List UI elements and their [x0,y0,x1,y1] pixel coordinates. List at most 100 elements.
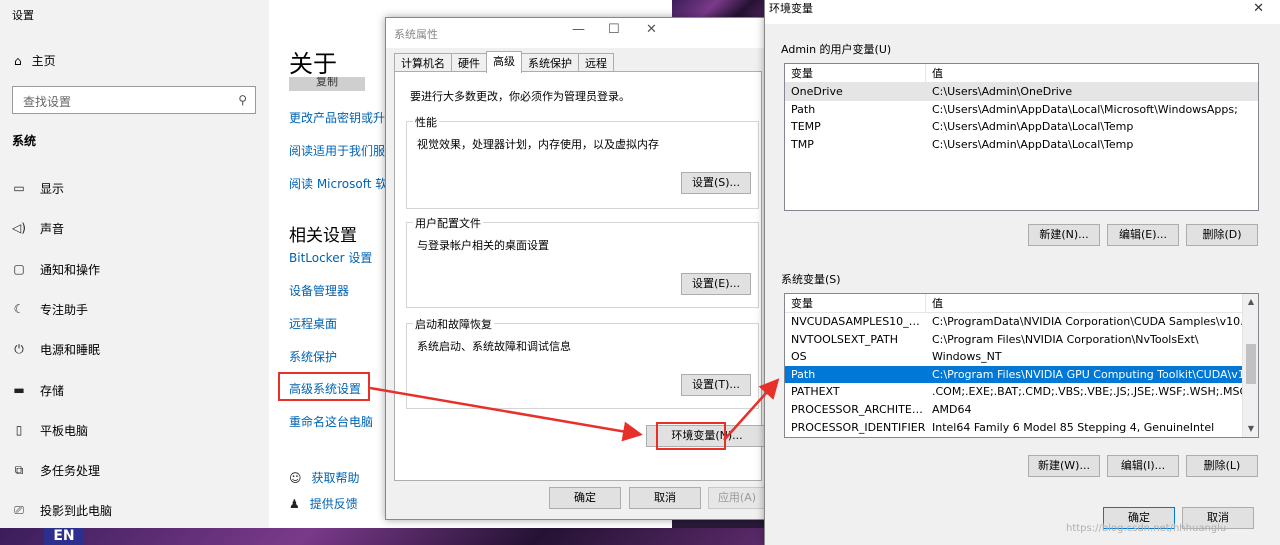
var-value: C:\Users\Admin\OneDrive [932,85,1073,98]
nav-label: 专注助手 [40,302,89,317]
col-header-value[interactable]: 值 [926,64,943,82]
col-header-value[interactable]: 值 [926,294,943,312]
table-row[interactable]: PATHEXT .COM;.EXE;.BAT;.CMD;.VBS;.VBE;.JS… [785,383,1258,401]
give-feedback[interactable]: ♟ 提供反馈 [289,495,358,512]
tab-computer-name[interactable]: 计算机名 [394,53,452,73]
table-row[interactable]: OneDrive C:\Users\Admin\OneDrive [785,83,1258,101]
tab-remote[interactable]: 远程 [578,53,614,73]
user-vars-label: Admin 的用户变量(U) [781,43,892,56]
nav-notifications[interactable]: ▢ 通知和操作 [12,259,100,279]
group-title: 用户配置文件 [413,215,483,231]
settings-sidebar: 设置 ⌂ 主页 查找设置 ⚲ 系统 ▭ 显示 ◁) 声音 ▢ 通知和操作 ☾ 专注助手 … [0,0,269,528]
highlight-advanced-settings [278,372,370,401]
tab-hardware[interactable]: 硬件 [451,53,487,73]
var-name: NVTOOLSEXT_PATH [791,332,899,346]
link-license[interactable]: 阅读 Microsoft 软件 [289,175,399,192]
group-title: 性能 [413,114,439,130]
group-startup-recovery: 启动和故障恢复 系统启动、系统故障和调试信息 设置(T)... [406,316,759,409]
search-placeholder: 查找设置 [23,95,72,109]
get-help[interactable]: ☺ 获取帮助 [289,469,360,486]
system-vars-scrollbar[interactable]: ▲ ▼ [1242,294,1258,437]
table-row[interactable]: OS Windows_NT [785,348,1258,366]
sysprop-cancel-button[interactable]: 取消 [629,487,701,509]
page-title: 关于 [289,50,337,78]
link-change-key[interactable]: 更改产品密钥或升 [289,109,385,126]
system-delete-button[interactable]: 删除(L) [1186,455,1258,477]
link-bitlocker[interactable]: BitLocker 设置 [289,249,372,266]
var-name: OneDrive [791,85,843,98]
link-system-protection[interactable]: 系统保护 [289,348,337,365]
var-name: PROCESSOR_ARCHITECT... [791,402,926,416]
minimize-icon[interactable]: — [572,22,585,37]
nav-label: 电源和睡眠 [40,342,101,357]
close-icon[interactable]: ✕ [646,22,657,37]
col-header-variable[interactable]: 变量 [785,64,926,82]
table-row[interactable]: PROCESSOR_ARCHITECT... AMD64 [785,401,1258,419]
link-remote-desktop[interactable]: 远程桌面 [289,315,337,332]
link-device-manager[interactable]: 设备管理器 [289,282,349,299]
system-vars-list[interactable]: 变量 值 NVCUDASAMPLES10_0_R... C:\ProgramDat… [784,293,1259,438]
get-help-label: 获取帮助 [311,471,360,485]
list-header: 变量 值 [785,64,1258,83]
project-icon: ⎚ [14,502,24,517]
system-edit-button[interactable]: 编辑(I)... [1107,455,1179,477]
user-vars-list[interactable]: 变量 值 OneDrive C:\Users\Admin\OneDrive Path… [784,63,1259,211]
maximize-icon[interactable]: ☐ [608,22,620,37]
nav-display[interactable]: ▭ 显示 [12,178,64,198]
table-row[interactable]: NVTOOLSEXT_PATH C:\Program Files\NVIDIA C… [785,331,1258,349]
monitor-icon: ▭ [13,181,25,195]
user-profiles-settings-button[interactable]: 设置(E)... [681,273,751,295]
nav-label: 多任务处理 [40,463,101,478]
table-row[interactable]: Path C:\Users\Admin\AppData\Local\Microso… [785,101,1258,119]
storage-icon: ▬ [13,383,25,397]
notification-icon: ▢ [13,262,25,276]
envvars-title: 环境变量 [769,2,813,15]
list-header: 变量 值 [785,294,1258,313]
table-row[interactable]: NVCUDASAMPLES10_0_R... C:\ProgramData\NVI… [785,313,1258,331]
user-delete-button[interactable]: 删除(D) [1186,224,1258,246]
startup-recovery-settings-button[interactable]: 设置(T)... [681,374,751,396]
close-icon[interactable]: ✕ [1253,1,1264,16]
nav-power[interactable]: ⏻ 电源和睡眠 [12,339,100,359]
nav-label: 投影到此电脑 [40,503,113,518]
nav-sound[interactable]: ◁) 声音 [12,218,64,238]
sysprop-tabs: 计算机名 硬件 高级 系统保护 远程 [394,51,614,73]
col-header-variable[interactable]: 变量 [785,294,926,312]
system-properties-dialog: 系统属性 — ☐ ✕ 计算机名 硬件 高级 系统保护 远程 要进行大多数更改，你… [385,17,771,520]
nav-project[interactable]: ⎚ 投影到此电脑 [12,500,112,520]
performance-settings-button[interactable]: 设置(S)... [681,172,751,194]
group-desc: 视觉效果，处理器计划，内存使用，以及虚拟内存 [417,138,659,151]
sysprop-titlebar[interactable]: 系统属性 — ☐ ✕ [386,18,770,48]
nav-multitasking[interactable]: ⧉ 多任务处理 [12,460,100,480]
nav-focus-assist[interactable]: ☾ 专注助手 [12,299,88,319]
link-rename-pc[interactable]: 重命名这台电脑 [289,413,373,430]
nav-tablet[interactable]: ▯ 平板电脑 [12,420,88,440]
envvars-titlebar[interactable]: 环境变量 ✕ [765,0,1280,24]
tab-system-protection[interactable]: 系统保护 [521,53,579,73]
table-row[interactable]: TMP C:\Users\Admin\AppData\Local\Temp [785,136,1258,154]
scroll-thumb[interactable] [1246,344,1256,384]
table-row[interactable]: PROCESSOR_IDENTIFIER Intel64 Family 6 Mod… [785,419,1258,437]
system-new-button[interactable]: 新建(W)... [1028,455,1100,477]
nav-home-label: 主页 [31,54,56,68]
table-row[interactable]: Path C:\Program Files\NVIDIA GPU Computin… [785,365,1258,384]
link-service-agreement[interactable]: 阅读适用于我们服 [289,142,385,159]
language-indicator[interactable]: EN [44,528,84,545]
scroll-up-icon[interactable]: ▲ [1243,294,1258,310]
var-name: Path [791,102,816,116]
table-row[interactable]: TEMP C:\Users\Admin\AppData\Local\Temp [785,118,1258,136]
copy-button[interactable]: 复制 [289,77,365,91]
user-new-button[interactable]: 新建(N)... [1028,224,1100,246]
tab-advanced[interactable]: 高级 [486,51,522,73]
scroll-down-icon[interactable]: ▼ [1243,421,1258,437]
user-edit-button[interactable]: 编辑(E)... [1107,224,1179,246]
var-value: C:\Users\Admin\AppData\Local\Microsoft\W… [932,102,1238,116]
sysprop-ok-button[interactable]: 确定 [549,487,621,509]
category-label: 系统 [12,134,37,148]
nav-home[interactable]: ⌂ 主页 [14,52,56,69]
nav-storage[interactable]: ▬ 存储 [12,380,64,400]
search-icon: ⚲ [238,93,247,107]
search-input[interactable]: 查找设置 ⚲ [12,86,256,114]
sysprop-apply-button[interactable]: 应用(A) [708,487,766,509]
help-icon: ☺ [289,470,302,485]
